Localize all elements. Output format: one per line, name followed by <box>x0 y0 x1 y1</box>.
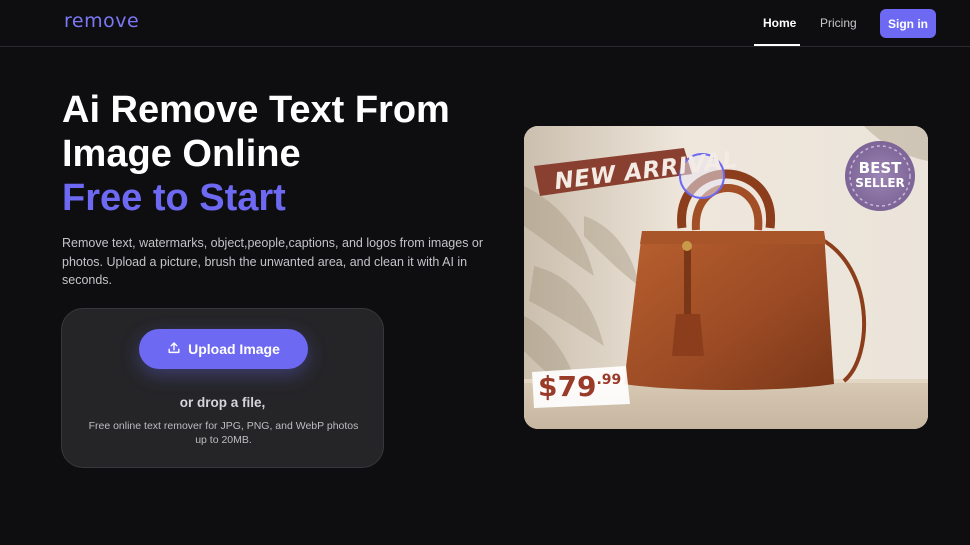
nav-pricing-link[interactable]: Pricing <box>820 16 857 30</box>
nav-active-indicator <box>754 44 800 46</box>
upload-image-label: Upload Image <box>188 341 280 357</box>
upload-image-button[interactable]: Upload Image <box>139 329 308 369</box>
best-seller-line1: BEST <box>858 159 902 177</box>
price-cents: .99 <box>596 372 622 388</box>
price-label: $79.99 <box>538 370 621 403</box>
upload-icon <box>167 341 181 358</box>
drop-file-text: or drop a file, <box>179 395 266 410</box>
price-main: $79 <box>538 370 597 403</box>
top-nav: remove Home Pricing Sign in <box>0 0 970 47</box>
hero-title: Ai Remove Text From Image Online Free to… <box>62 88 502 220</box>
nav-home-link[interactable]: Home <box>763 16 796 30</box>
upload-dropzone[interactable]: Upload Image or drop a file, Free online… <box>61 308 384 468</box>
sign-in-button[interactable]: Sign in <box>880 9 936 38</box>
hero-title-accent: Free to Start <box>62 177 286 219</box>
upload-limits-text: Free online text remover for JPG, PNG, a… <box>88 420 359 446</box>
hero-title-line1: Ai Remove Text From <box>62 89 450 131</box>
hero-title-line2: Image Online <box>62 133 301 175</box>
hero-description: Remove text, watermarks, object,people,c… <box>62 236 484 287</box>
example-preview-image: NEW ARRIVAL BEST SELLER $79.99 <box>524 126 928 429</box>
best-seller-line2: SELLER <box>855 176 905 190</box>
logo[interactable]: remove <box>64 10 139 32</box>
best-seller-badge: BEST SELLER <box>848 161 912 191</box>
